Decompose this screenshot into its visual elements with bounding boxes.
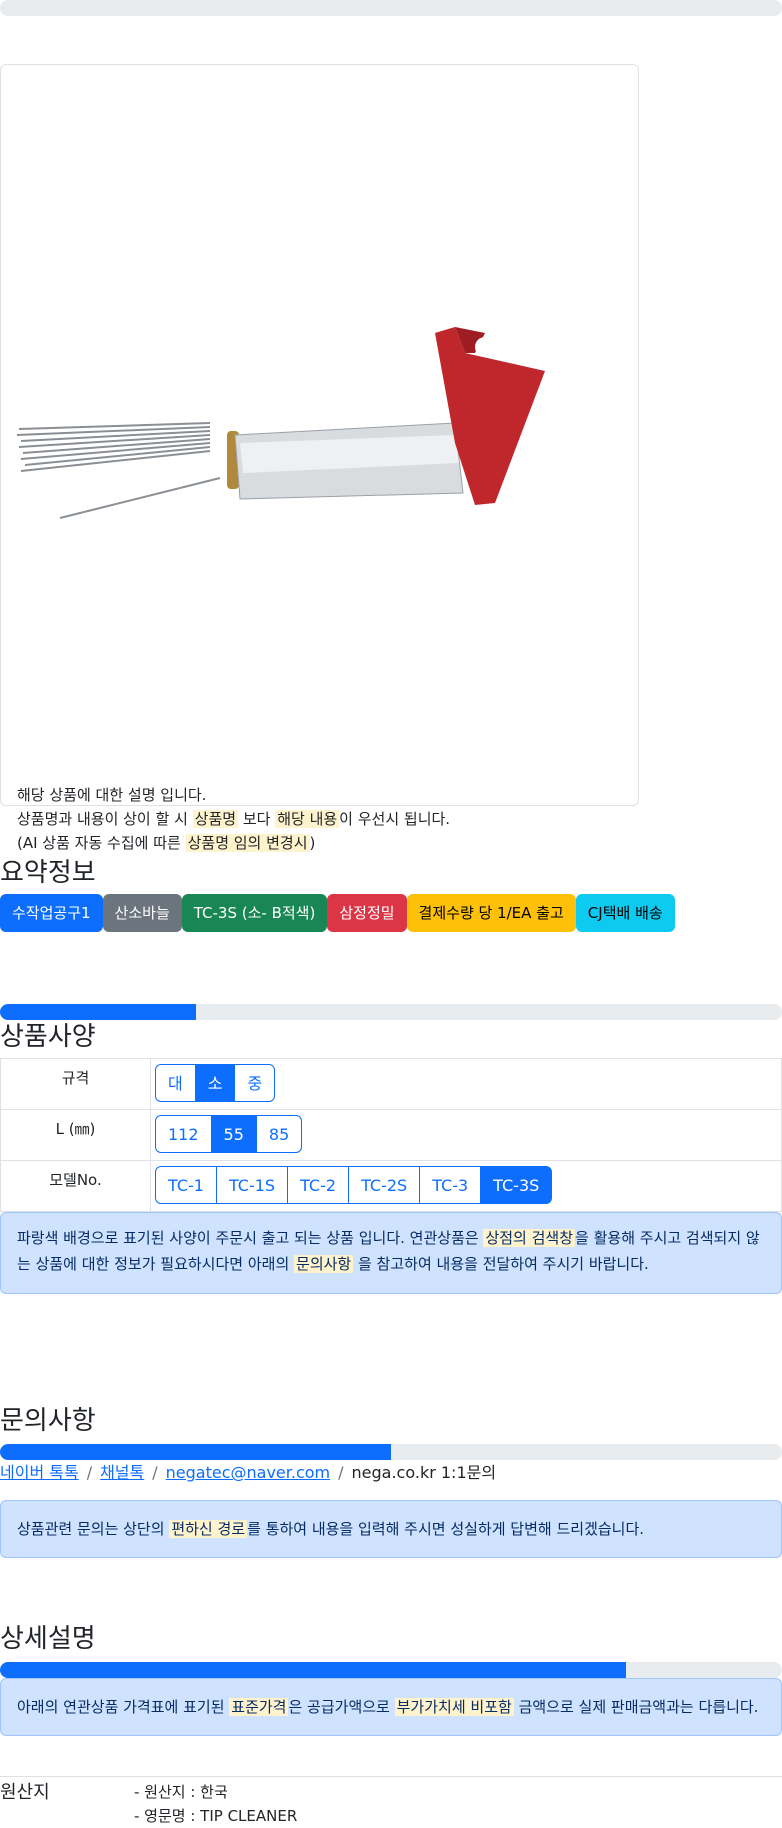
spec-option-button[interactable]: TC-1 xyxy=(155,1166,217,1204)
separator: / xyxy=(338,1463,344,1482)
spec-option-button[interactable]: 55 xyxy=(210,1115,257,1153)
highlight-inquiry: 문의사항 xyxy=(294,1255,354,1273)
spec-option-button[interactable]: 112 xyxy=(155,1115,212,1153)
top-progress-bar xyxy=(0,0,782,16)
spec-label: 규격 xyxy=(0,1058,151,1110)
origin-values: - 원산지 : 한국 - 영문명 : TIP CLEANER xyxy=(134,1780,297,1828)
summary-title: 요약정보 xyxy=(0,858,96,888)
spec-notice: 파랑색 배경으로 표기된 사양이 주문시 출고 되는 상품 입니다. 연관상품은… xyxy=(0,1212,782,1294)
origin-english-name: - 영문명 : TIP CLEANER xyxy=(134,1807,298,1825)
email-link[interactable]: negatec@naver.com xyxy=(166,1463,330,1482)
notice-text: 아래의 연관상품 가격표에 표기된 xyxy=(17,1698,230,1716)
spec-option-button[interactable]: TC-1S xyxy=(215,1166,289,1204)
spec-row: L (㎜) 112 55 85 xyxy=(0,1109,782,1161)
origin-label: 원산지 xyxy=(0,1782,50,1803)
detail-title: 상세설명 xyxy=(0,1624,96,1654)
highlight-standard-price: 표준가격 xyxy=(229,1698,289,1716)
product-description: 해당 상품에 대한 설명 입니다. 상품명과 내용이 상이 할 시 상품명 보다… xyxy=(17,783,450,855)
inquiry-notice: 상품관련 문의는 상단의 편하신 경로 를 통하여 내용을 입력해 주시면 성실하… xyxy=(0,1500,782,1558)
spec-option-group: 112 55 85 xyxy=(151,1110,781,1153)
highlight-route: 편하신 경로 xyxy=(169,1520,248,1538)
spec-row: 규격 대 소 중 xyxy=(0,1058,782,1110)
inquiry-links: 네이버 톡톡 / 채널톡 / negatec@naver.com / nega.co.kr … xyxy=(0,1459,496,1483)
highlight-product-name: 상품명 xyxy=(192,810,239,828)
spec-option-button[interactable]: TC-3S xyxy=(480,1166,553,1204)
highlight-name-change: 상품명 임의 변경시 xyxy=(185,834,310,852)
spec-title: 상품사양 xyxy=(0,1022,96,1052)
channel-talk-link[interactable]: 채널톡 xyxy=(100,1463,144,1482)
highlight-content: 해당 내용 xyxy=(275,810,340,828)
notice-text: 파랑색 배경으로 표기된 사양이 주문시 출고 되는 상품 입니다. 연관상품은 xyxy=(17,1229,484,1247)
spec-option-button[interactable]: 85 xyxy=(255,1115,303,1153)
spec-option-button[interactable]: 중 xyxy=(234,1064,276,1102)
naver-talk-link[interactable]: 네이버 톡톡 xyxy=(0,1463,79,1482)
separator: / xyxy=(86,1463,93,1482)
notice-text: 은 공급가액으로 xyxy=(288,1698,395,1716)
summary-badge: 수작업공구1 xyxy=(0,894,103,932)
spec-option-group: TC-1 TC-1S TC-2 TC-2S TC-3 TC-3S xyxy=(151,1161,781,1204)
detail-progress-bar xyxy=(0,1662,782,1678)
spec-option-group: 대소중 xyxy=(151,1059,781,1102)
summary-badge: 결제수량 당 1/EA 출고 xyxy=(406,894,576,932)
product-image xyxy=(16,327,545,519)
product-image-card: 해당 상품에 대한 설명 입니다. 상품명과 내용이 상이 할 시 상품명 보다… xyxy=(0,64,639,852)
desc-text: 상품명과 내용이 상이 할 시 xyxy=(17,810,193,828)
notice-text: 상품관련 문의는 상단의 xyxy=(17,1520,170,1538)
spec-option-button[interactable]: TC-2S xyxy=(348,1166,421,1204)
spec-option-button[interactable]: TC-2 xyxy=(287,1166,350,1204)
desc-text: 보다 xyxy=(238,810,276,828)
spec-options-cell: TC-1 TC-1S TC-2 TC-2S TC-3 TC-3S xyxy=(150,1160,782,1212)
spec-row: 모델No. TC-1 TC-1S TC-2 TC-2S TC-3 TC-3S xyxy=(0,1160,782,1212)
spec-option-button[interactable]: 소 xyxy=(194,1064,236,1102)
desc-text: ) xyxy=(309,834,316,852)
summary-badge: 산소바늘 xyxy=(102,894,182,932)
spec-label: L (㎜) xyxy=(0,1109,151,1161)
spec-table: 규격 대 소 중 L (㎜) 112 55 85 모델No. TC-1 TC-1S TC-2 TC-2S… xyxy=(0,1058,782,1212)
summary-badge: TC-3S (소- B적색) xyxy=(181,894,328,932)
spec-progress-bar xyxy=(0,1004,782,1020)
spec-options-cell: 112 55 85 xyxy=(150,1109,782,1161)
spec-option-button[interactable]: TC-3 xyxy=(419,1166,482,1204)
highlight-store-search: 상점의 검색창 xyxy=(483,1229,576,1247)
divider xyxy=(0,1776,782,1777)
notice-text: 를 통하여 내용을 입력해 주시면 성실하게 답변해 드리겠습니다. xyxy=(247,1520,645,1538)
spec-option-button[interactable]: 대 xyxy=(155,1064,196,1102)
notice-text: 을 참고하여 내용을 전달하여 주시기 바랍니다. xyxy=(353,1255,649,1273)
spec-options-cell: 대소중 xyxy=(150,1058,782,1110)
site-inquiry-text: nega.co.kr 1:1문의 xyxy=(351,1463,497,1482)
inquiry-progress-bar xyxy=(0,1444,782,1460)
summary-badge: 삼정정밀 xyxy=(327,894,407,932)
detail-notice: 아래의 연관상품 가격표에 표기된 표준가격 은 공급가액으로 부가가치세 비포함… xyxy=(0,1678,782,1736)
desc-text: (AI 상품 자동 수집에 따른 xyxy=(17,834,186,852)
desc-line1: 해당 상품에 대한 설명 입니다. xyxy=(17,786,207,804)
spec-label: 모델No. xyxy=(0,1160,151,1212)
origin-country: - 원산지 : 한국 xyxy=(134,1783,228,1801)
notice-text: 금액으로 실제 판매금액과는 다릅니다. xyxy=(513,1698,759,1716)
separator: / xyxy=(152,1463,158,1482)
desc-text: 이 우선시 됩니다. xyxy=(339,810,451,828)
inquiry-title: 문의사항 xyxy=(0,1406,96,1436)
detail-progress-fill xyxy=(0,1662,626,1678)
highlight-vat: 부가가치세 비포함 xyxy=(394,1698,514,1716)
inquiry-progress-fill xyxy=(0,1444,391,1460)
summary-badge: CJ택배 배송 xyxy=(575,894,675,932)
summary-badges: 수작업공구1 산소바늘 TC-3S (소- B적색) 삼정정밀 결제수량 당 1/EA … xyxy=(0,894,675,932)
